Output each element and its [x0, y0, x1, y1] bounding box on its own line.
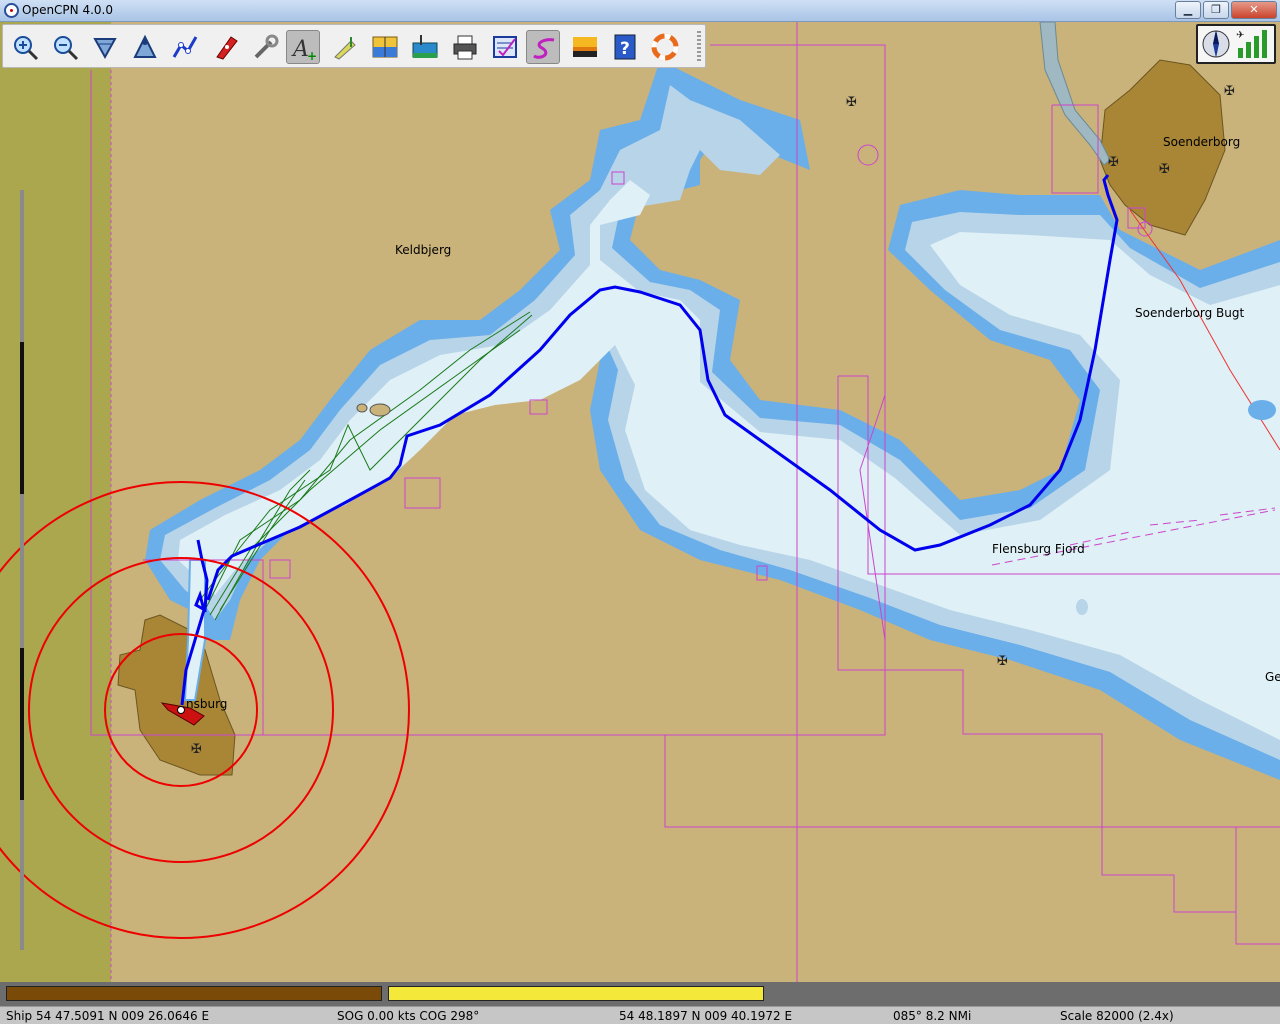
- close-button[interactable]: ✕: [1231, 1, 1277, 19]
- scale-in-icon: [93, 38, 117, 60]
- follow-ship-button[interactable]: [208, 30, 242, 64]
- svg-text:+: +: [307, 49, 317, 62]
- help-icon: ?: [614, 34, 636, 60]
- current-icon: [412, 35, 438, 58]
- follow-ship-icon: [216, 36, 238, 60]
- print-icon: [453, 35, 477, 60]
- label-soenderborg-bugt: Soenderborg Bugt: [1135, 306, 1245, 320]
- print-button[interactable]: [448, 30, 482, 64]
- label-ge: Ge: [1265, 670, 1280, 684]
- zoom-out-icon: [54, 36, 79, 61]
- chart-bar-key-1[interactable]: [6, 986, 382, 1001]
- route-button[interactable]: [168, 30, 202, 64]
- tide-icon: [372, 36, 398, 58]
- color-scheme-icon: [573, 37, 597, 57]
- chart-svg[interactable]: ✠ ✠ ✠ ✠ ✠ ✠: [0, 22, 1280, 982]
- church-symbol-1: ✠: [846, 95, 857, 110]
- compass-widget[interactable]: ✈: [1196, 24, 1276, 64]
- status-cursor-position: 54 48.1897 N 009 40.1972 E: [619, 1009, 793, 1023]
- color-scheme-button[interactable]: [568, 30, 602, 64]
- svg-text:?: ?: [620, 39, 630, 59]
- status-bearing-distance: 085° 8.2 NMi: [893, 1009, 972, 1023]
- church-symbol-5: ✠: [997, 654, 1008, 669]
- current-button[interactable]: [408, 30, 442, 64]
- church-symbol-4: ✠: [1159, 162, 1170, 177]
- wrench-icon: [254, 34, 279, 59]
- label-flensburg-fjord: Flensburg Fjord: [992, 542, 1085, 556]
- gps-signal-icon: ✈: [1236, 30, 1267, 58]
- label-soenderborg: Soenderborg: [1163, 135, 1241, 149]
- mob-icon: [651, 33, 679, 61]
- no-chart-strip: [0, 22, 111, 982]
- chart-canvas[interactable]: ✠ ✠ ✠ ✠ ✠ ✠ Keldbjerg Soenderborg Soende…: [0, 22, 1280, 982]
- status-sog-cog: SOG 0.00 kts COG 298°: [337, 1009, 480, 1023]
- svg-text:✈: ✈: [1236, 30, 1244, 41]
- settings-button[interactable]: [248, 30, 282, 64]
- minimize-button[interactable]: ▁: [1175, 1, 1201, 19]
- mob-button[interactable]: [648, 30, 682, 64]
- scale-out-icon: [133, 34, 157, 58]
- track-icon: [533, 38, 555, 59]
- status-ship-position: Ship 54 47.5091 N 009 26.0646 E: [6, 1009, 210, 1023]
- mark-icon: [334, 37, 356, 60]
- status-scale: Scale 82000 (2.4x): [1060, 1009, 1174, 1023]
- zoom-in-icon: [14, 36, 39, 61]
- tide-button[interactable]: [368, 30, 402, 64]
- route-manager-button[interactable]: [488, 30, 522, 64]
- label-keldbjerg: Keldbjerg: [395, 243, 452, 257]
- chart-bar: [0, 982, 1280, 1006]
- label-flensburg: nsburg: [186, 697, 228, 711]
- chart-scale-bar: [20, 190, 24, 950]
- route-manager-icon: [493, 36, 517, 58]
- track-toggle-button[interactable]: [526, 30, 560, 64]
- text-toggle-button[interactable]: A +: [286, 30, 320, 64]
- main-toolbar: A + ?: [2, 24, 706, 68]
- church-symbol-3: ✠: [1108, 155, 1119, 170]
- zoom-in-button[interactable]: [8, 30, 42, 64]
- route-icon: [172, 36, 198, 58]
- app-icon: [4, 3, 19, 18]
- help-button[interactable]: ?: [608, 30, 642, 64]
- maximize-button[interactable]: ❐: [1203, 1, 1229, 19]
- app-window: OpenCPN 4.0.0 ▁ ❐ ✕ ✠ ✠ ✠ ✠ ✠ ✠ Keldbjer…: [0, 0, 1280, 1024]
- status-bar: Ship 54 47.5091 N 009 26.0646 E SOG 0.00…: [0, 1006, 1280, 1024]
- toolbar-grip[interactable]: [697, 31, 701, 63]
- church-symbol-6: ✠: [191, 742, 202, 757]
- scale-in-button[interactable]: [88, 30, 122, 64]
- scale-out-button[interactable]: [128, 30, 162, 64]
- drop-mark-button[interactable]: [328, 30, 362, 64]
- zoom-out-button[interactable]: [48, 30, 82, 64]
- text-icon: A+: [291, 37, 317, 62]
- chart-bar-key-2[interactable]: [388, 986, 764, 1001]
- church-symbol-2: ✠: [1224, 84, 1235, 99]
- title-bar[interactable]: OpenCPN 4.0.0 ▁ ❐ ✕: [0, 0, 1280, 22]
- window-title: OpenCPN 4.0.0: [22, 3, 113, 17]
